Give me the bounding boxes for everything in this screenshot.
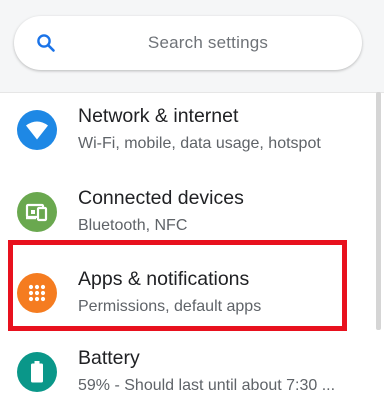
settings-item-connected-devices[interactable]: Connected devices Bluetooth, NFC <box>0 175 376 255</box>
search-header: Search settings <box>0 0 384 93</box>
settings-item-title: Battery <box>78 347 140 369</box>
search-placeholder: Search settings <box>147 33 269 52</box>
settings-item-network[interactable]: Network & internet Wi-Fi, mobile, data u… <box>0 93 376 173</box>
search-icon <box>37 34 55 52</box>
apps-grid-icon <box>17 273 57 313</box>
settings-item-subtitle: 59% - Should last until about 7:30 ... <box>78 377 336 394</box>
settings-item-subtitle: Bluetooth, NFC <box>78 217 188 234</box>
settings-item-subtitle: Permissions, default apps <box>78 298 262 315</box>
connected-devices-icon <box>17 192 57 232</box>
search-bar[interactable]: Search settings <box>14 16 362 70</box>
settings-item-subtitle: Wi-Fi, mobile, data usage, hotspot <box>78 135 321 152</box>
settings-item-title: Network & internet <box>78 105 239 127</box>
settings-list: Network & internet Wi-Fi, mobile, data u… <box>0 93 384 412</box>
settings-item-title: Apps & notifications <box>78 268 250 290</box>
settings-item-battery[interactable]: Battery 59% - Should last until about 7:… <box>0 337 376 417</box>
settings-item-apps-notifications[interactable]: Apps & notifications Permissions, defaul… <box>0 256 376 336</box>
wifi-icon <box>17 110 57 150</box>
settings-item-title: Connected devices <box>78 187 244 209</box>
battery-icon <box>17 352 57 392</box>
